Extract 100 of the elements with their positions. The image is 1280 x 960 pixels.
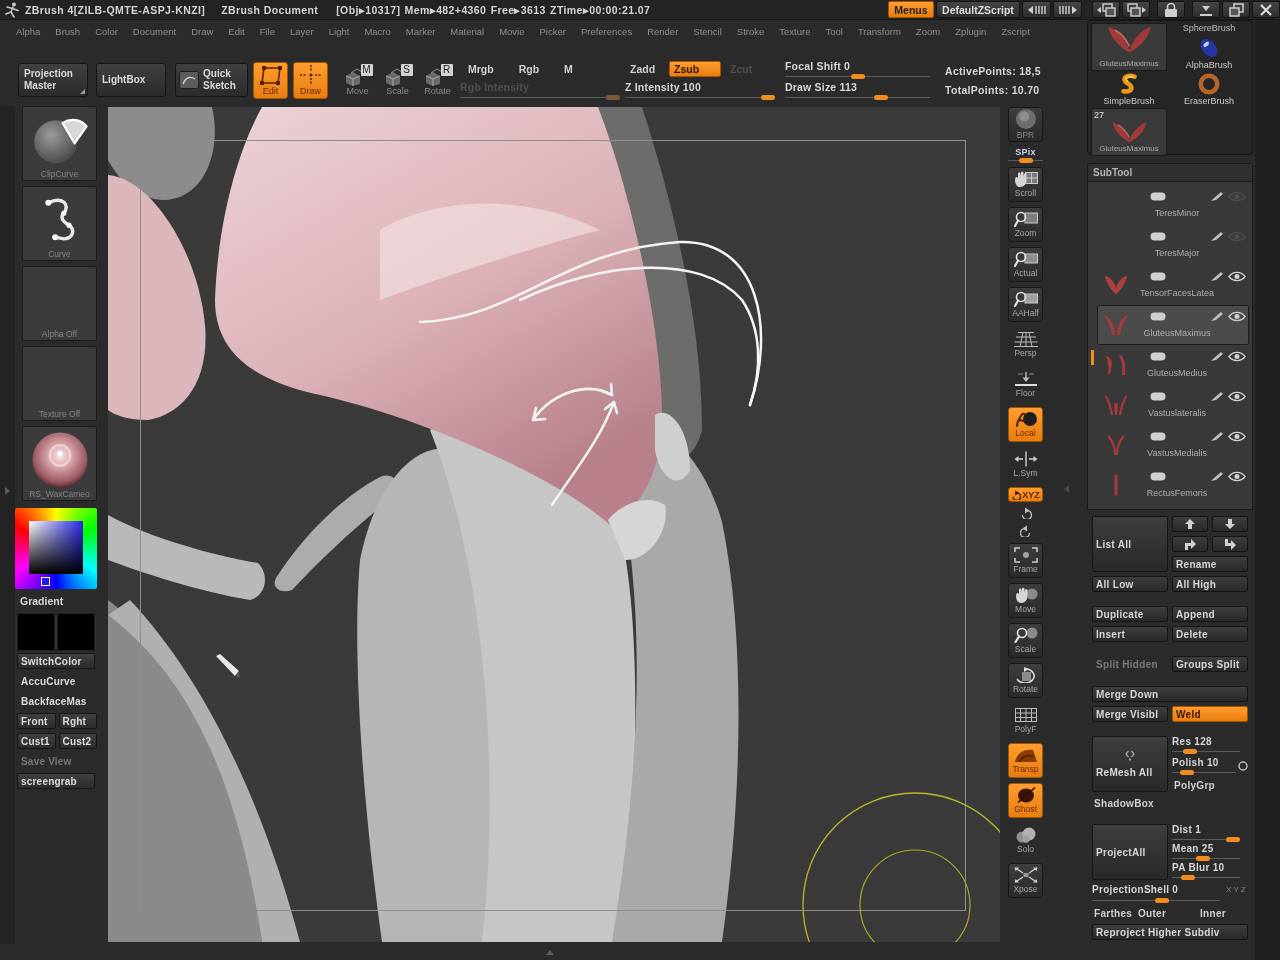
menu-item[interactable]: Texture xyxy=(779,25,811,37)
toggle-icon[interactable] xyxy=(1150,431,1166,441)
actual-button[interactable]: Actual xyxy=(1008,247,1043,282)
menu-item[interactable]: Marker xyxy=(405,25,436,37)
frame-button[interactable]: Frame xyxy=(1008,543,1043,578)
mrgb-button[interactable]: Mrgb xyxy=(463,60,499,77)
groups-split-button[interactable]: Groups Split xyxy=(1172,656,1248,672)
move-button[interactable]: Move xyxy=(1008,583,1043,618)
script-step-button[interactable] xyxy=(1053,1,1082,18)
brush-icon[interactable] xyxy=(1210,270,1224,282)
toggle-icon[interactable] xyxy=(1150,191,1166,201)
tray-right-button[interactable] xyxy=(1122,1,1150,18)
menu-item[interactable]: Color xyxy=(95,25,118,37)
all-high-button[interactable]: All High xyxy=(1172,576,1248,592)
subtool-slot[interactable]: RectusFemoris xyxy=(1097,465,1249,505)
lsym-button[interactable]: L.Sym xyxy=(1008,447,1043,482)
z-intensity-slider[interactable]: Z Intensity 100 xyxy=(625,81,775,100)
turn-arrow-button[interactable] xyxy=(1212,536,1248,552)
subtool-slot[interactable]: TensorFacesLatea xyxy=(1097,265,1249,305)
gradient-toggle[interactable]: Gradient xyxy=(20,594,64,607)
tray-left-button[interactable] xyxy=(1092,1,1120,18)
menu-item[interactable]: Picker xyxy=(539,25,566,37)
local-button[interactable]: Local xyxy=(1008,407,1043,442)
rotate-arrow-icon[interactable] xyxy=(1019,507,1032,519)
polygrp-toggle[interactable]: PolyGrp xyxy=(1172,778,1217,792)
all-low-button[interactable]: All Low xyxy=(1092,576,1168,592)
slider-thumb[interactable] xyxy=(1182,749,1197,754)
subtool-slot[interactable]: TeresMajor xyxy=(1097,225,1249,265)
merge-down-button[interactable]: Merge Down xyxy=(1092,686,1248,702)
menu-item[interactable]: Zplugin xyxy=(955,25,987,37)
draw-button[interactable]: Draw xyxy=(293,61,328,99)
right-view-button[interactable]: Rght xyxy=(58,713,97,729)
value-slider[interactable]: Mean 25 xyxy=(1172,843,1240,861)
edit-button[interactable]: Edit xyxy=(253,61,288,99)
zsub-button[interactable]: Zsub xyxy=(669,60,721,77)
zoom-button[interactable]: Zoom xyxy=(1008,207,1043,242)
slider-thumb[interactable] xyxy=(1154,898,1169,903)
transp-button[interactable]: Transp xyxy=(1008,743,1043,778)
scroll-button[interactable]: Scroll xyxy=(1008,167,1043,202)
subtool-slot[interactable]: GluteusMaximus xyxy=(1097,305,1249,345)
menu-item[interactable]: Stencil xyxy=(693,25,722,37)
menu-item[interactable]: Macro xyxy=(364,25,391,37)
color-picker[interactable] xyxy=(15,508,97,589)
color-swatch[interactable] xyxy=(57,613,95,651)
remesh-all-button[interactable]: ReMesh All xyxy=(1092,736,1168,792)
scale-button[interactable]: Scale xyxy=(1008,623,1043,658)
list-all-button[interactable]: List All xyxy=(1092,516,1168,572)
toggle-icon[interactable] xyxy=(1150,471,1166,481)
slider-thumb[interactable] xyxy=(1179,770,1194,775)
toggle-icon[interactable] xyxy=(1150,391,1166,401)
move-down-button[interactable] xyxy=(1212,516,1248,532)
brush-icon[interactable] xyxy=(1210,470,1224,482)
restore-button[interactable] xyxy=(1222,1,1250,18)
append-button[interactable]: Append xyxy=(1172,606,1248,622)
slider-thumb[interactable] xyxy=(1226,837,1240,842)
slider-thumb[interactable] xyxy=(850,74,865,79)
xpose-button[interactable]: Xpose xyxy=(1008,863,1043,898)
toggle-icon[interactable] xyxy=(1150,271,1166,281)
move-up-button[interactable] xyxy=(1172,516,1208,532)
rotate-button[interactable]: R Rotate xyxy=(420,61,455,99)
brush-icon[interactable] xyxy=(1210,350,1224,362)
brush-icon[interactable] xyxy=(1210,190,1224,202)
menu-item[interactable]: Document xyxy=(132,25,177,37)
custom-view-button[interactable]: Cust1 xyxy=(17,733,56,749)
shell-mode-toggle[interactable]: Farthes xyxy=(1092,906,1136,920)
menu-item[interactable]: Movie xyxy=(499,25,525,37)
shadowbox-toggle[interactable]: ShadowBox xyxy=(1092,796,1156,810)
subtool-slot[interactable]: VastusMedialis xyxy=(1097,425,1249,465)
ring-toggle-icon[interactable] xyxy=(1238,761,1248,771)
toggle-icon[interactable] xyxy=(1150,231,1166,241)
custom-view-button[interactable]: Cust2 xyxy=(58,733,97,749)
close-button[interactable] xyxy=(1252,1,1280,18)
quick-sketch-button[interactable]: Quick Sketch xyxy=(175,63,248,97)
solo-button[interactable]: Solo xyxy=(1008,823,1043,858)
menu-item[interactable]: Render xyxy=(647,25,679,37)
menu-item[interactable]: File xyxy=(259,25,275,37)
ghost-button[interactable]: Ghost xyxy=(1008,783,1043,818)
zadd-button[interactable]: Zadd xyxy=(625,60,669,77)
value-slider[interactable]: PA Blur 10 xyxy=(1172,862,1240,880)
persp-button[interactable]: Persp xyxy=(1008,327,1043,362)
subtool-slot[interactable]: Vastuslateralis xyxy=(1097,385,1249,425)
polyf-button[interactable]: PolyF xyxy=(1008,703,1043,738)
menu-item[interactable]: Layer xyxy=(290,25,314,37)
menu-item[interactable]: Brush xyxy=(55,25,81,37)
front-view-button[interactable]: Front xyxy=(17,713,56,729)
slider-thumb[interactable] xyxy=(761,95,775,100)
m-button[interactable]: M xyxy=(559,60,578,77)
brush-button[interactable]: SimpleBrush xyxy=(1091,71,1167,107)
lock-button[interactable] xyxy=(1157,1,1185,18)
tool-button[interactable]: 27 GluteusMaximus xyxy=(1091,108,1167,156)
turn-arrow-button[interactable] xyxy=(1172,536,1208,552)
brush-icon[interactable] xyxy=(1210,430,1224,442)
subtool-slot[interactable]: GluteusMedius xyxy=(1097,345,1249,385)
script-button[interactable]: DefaultZScript xyxy=(936,1,1020,18)
slider-track[interactable] xyxy=(625,95,775,100)
weld-button[interactable]: Weld xyxy=(1172,706,1248,722)
value-slider[interactable]: Res 128 xyxy=(1172,736,1240,754)
menu-item[interactable]: Stroke xyxy=(736,25,765,37)
menu-item[interactable]: Material xyxy=(450,25,485,37)
rotate-button[interactable]: Rotate xyxy=(1008,663,1043,698)
